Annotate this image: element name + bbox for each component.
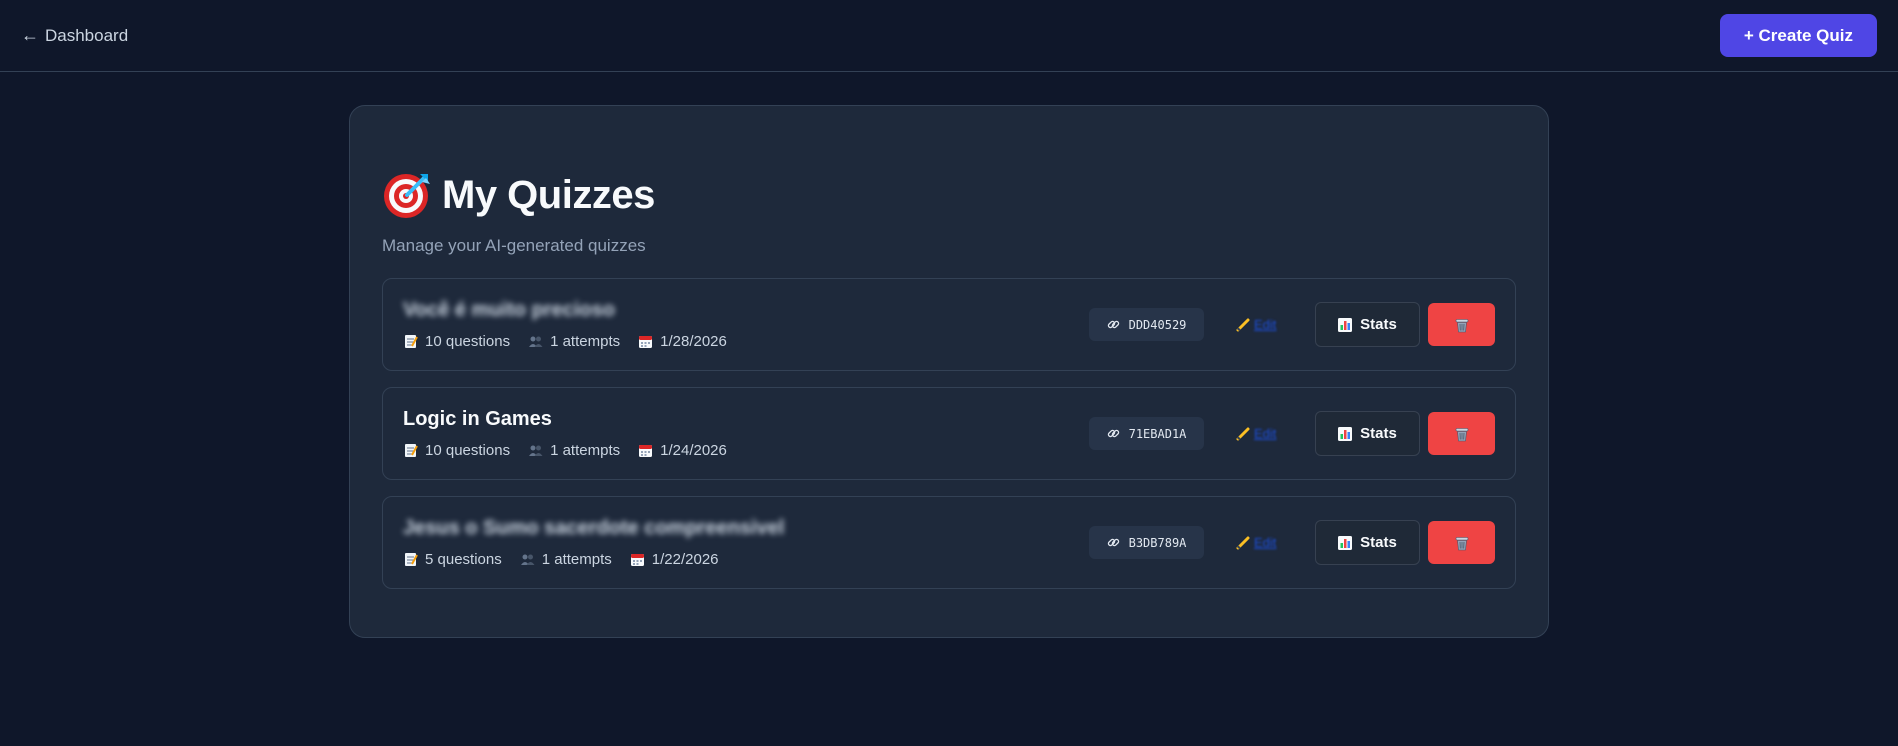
stats-button[interactable]: Stats: [1315, 411, 1420, 456]
attempts-count: 1 attempts: [541, 551, 612, 568]
delete-quiz-button[interactable]: [1428, 412, 1495, 455]
delete-quiz-button[interactable]: [1428, 303, 1495, 346]
pencil-icon: [1236, 427, 1250, 440]
stats-label: Stats: [1360, 534, 1397, 551]
quiz-actions: B3DB789A Edit Stats: [1089, 520, 1495, 565]
page-subtitle: Manage your AI-generated quizzes: [382, 236, 646, 255]
quiz-actions: DDD40529 Edit Stats: [1089, 302, 1495, 347]
share-code-chip[interactable]: 71EBAD1A: [1089, 417, 1204, 450]
quizzes-panel: My Quizzes Manage your AI-generated quiz…: [349, 105, 1549, 638]
quiz-meta: 10 questions 1 attempts: [403, 442, 727, 459]
stats-label: Stats: [1360, 425, 1397, 442]
edit-quiz-link[interactable]: Edit: [1236, 317, 1284, 332]
meta-date: 1/28/2026: [638, 333, 727, 350]
questions-count: 5 questions: [425, 551, 502, 568]
back-link-label: Dashboard: [45, 25, 129, 45]
edit-label: Edit: [1254, 426, 1277, 441]
target-dart-icon: [384, 174, 430, 218]
quiz-meta: 5 questions 1 attempts 1/22/2026: [403, 551, 784, 568]
bar-chart-icon: [1338, 317, 1353, 332]
quiz-card: Você é muito precioso 10 questions 1 att…: [382, 278, 1516, 371]
quiz-meta: 10 questions 1 attempts: [403, 333, 727, 350]
share-code-chip[interactable]: B3DB789A: [1089, 526, 1204, 559]
memo-icon: [405, 335, 418, 348]
stats-button[interactable]: Stats: [1315, 520, 1420, 565]
memo-icon: [405, 553, 418, 566]
calendar-icon: [630, 554, 644, 566]
edit-quiz-link[interactable]: Edit: [1236, 535, 1284, 550]
meta-date: 1/24/2026: [638, 442, 727, 459]
meta-questions: 5 questions: [403, 551, 502, 568]
stats-label: Stats: [1360, 316, 1397, 333]
people-icon: [520, 554, 535, 565]
stats-button[interactable]: Stats: [1315, 302, 1420, 347]
meta-attempts: 1 attempts: [528, 442, 620, 459]
attempts-count: 1 attempts: [550, 333, 621, 350]
edit-quiz-link[interactable]: Edit: [1236, 426, 1284, 441]
meta-questions: 10 questions: [403, 442, 510, 459]
created-date: 1/28/2026: [660, 333, 727, 350]
trash-icon: [1455, 427, 1468, 441]
quiz-title[interactable]: Jesus o Sumo sacerdote compreensivel: [403, 517, 784, 541]
meta-date: 1/22/2026: [630, 551, 719, 568]
share-code: DDD40529: [1128, 317, 1187, 332]
calendar-icon: [639, 336, 653, 348]
people-icon: [529, 445, 543, 456]
meta-questions: 10 questions: [403, 333, 510, 350]
page-title: My Quizzes: [442, 172, 655, 217]
questions-count: 10 questions: [425, 333, 511, 350]
title-row: My Quizzes: [382, 170, 655, 220]
memo-icon: [405, 444, 418, 457]
quiz-info: Logic in Games 10 questions 1 attempts 1…: [403, 408, 727, 459]
created-date: 1/24/2026: [660, 442, 727, 459]
quiz-title[interactable]: Logic in Games: [403, 408, 727, 432]
attempts-count: 1 attempts: [550, 442, 621, 459]
create-quiz-button[interactable]: + Create Quiz: [1719, 14, 1877, 57]
calendar-icon: [639, 445, 653, 457]
share-code-chip[interactable]: DDD40529: [1089, 308, 1204, 341]
meta-attempts: 1 attempts: [528, 333, 620, 350]
back-to-dashboard-link[interactable]: ← Dashboard: [21, 25, 128, 46]
bar-chart-icon: [1338, 426, 1353, 441]
pencil-icon: [1236, 318, 1250, 331]
share-code: 71EBAD1A: [1128, 426, 1187, 441]
quiz-card: Logic in Games 10 questions 1 attempts 1…: [382, 387, 1516, 480]
link-icon: [1107, 538, 1119, 547]
quiz-card: Jesus o Sumo sacerdote compreensivel 5 q…: [382, 496, 1516, 589]
quiz-list: Você é muito precioso 10 questions 1 att…: [382, 278, 1516, 605]
quiz-actions: 71EBAD1A Edit Stats: [1089, 411, 1495, 456]
arrow-left-icon: ←: [21, 25, 39, 45]
quiz-title[interactable]: Você é muito precioso: [403, 299, 727, 323]
people-icon: [529, 336, 543, 347]
share-code: B3DB789A: [1128, 535, 1187, 550]
link-icon: [1107, 320, 1119, 329]
edit-label: Edit: [1254, 317, 1277, 332]
top-bar: ← Dashboard + Create Quiz: [0, 0, 1898, 72]
link-icon: [1107, 429, 1119, 438]
pencil-icon: [1236, 536, 1250, 549]
quiz-info: Você é muito precioso 10 questions 1 att…: [403, 299, 727, 350]
edit-label: Edit: [1254, 535, 1277, 550]
created-date: 1/22/2026: [651, 551, 719, 568]
bar-chart-icon: [1338, 535, 1353, 550]
trash-icon: [1455, 318, 1468, 332]
trash-icon: [1455, 536, 1468, 550]
delete-quiz-button[interactable]: [1428, 521, 1495, 564]
meta-attempts: 1 attempts: [520, 551, 612, 568]
questions-count: 10 questions: [425, 442, 511, 459]
quiz-info: Jesus o Sumo sacerdote compreensivel 5 q…: [403, 517, 784, 568]
